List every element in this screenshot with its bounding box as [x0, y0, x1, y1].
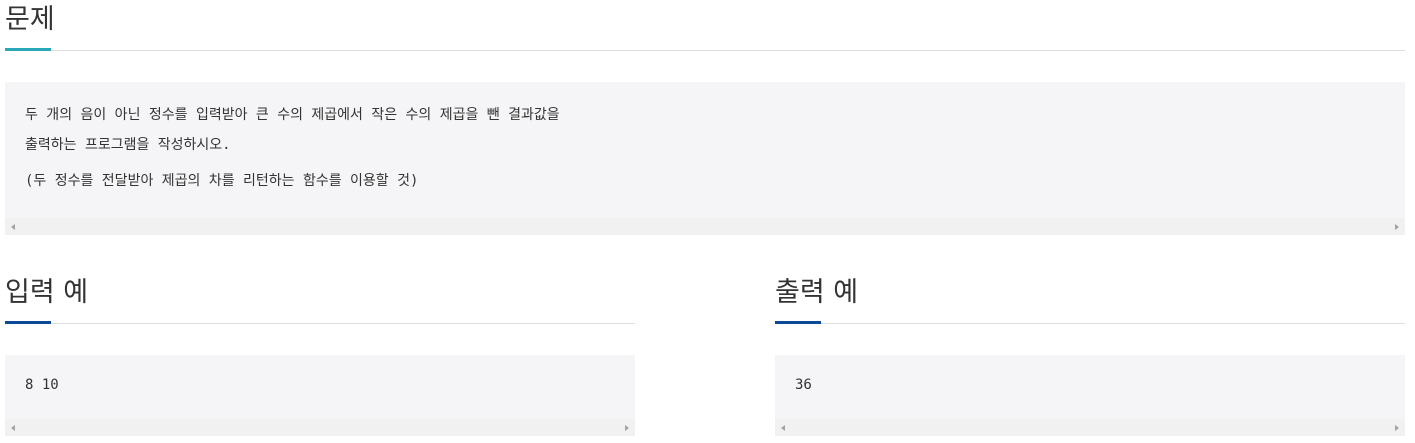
input-example-title-underline — [5, 321, 51, 324]
problem-description-box: 두 개의 음이 아닌 정수를 입력받아 큰 수의 제곱에서 작은 수의 제곱을 … — [5, 82, 1405, 235]
problem-text-line-1: 두 개의 음이 아닌 정수를 입력받아 큰 수의 제곱에서 작은 수의 제곱을 … — [25, 107, 560, 123]
output-example-divider — [775, 323, 1405, 324]
output-horizontal-scrollbar[interactable] — [775, 419, 1405, 436]
scroll-right-arrow-icon[interactable] — [625, 425, 629, 431]
input-example-content: 8 10 — [25, 377, 59, 393]
output-example-title-underline — [775, 321, 821, 324]
output-example-title: 출력 예 — [775, 277, 859, 308]
problem-horizontal-scrollbar[interactable] — [5, 218, 1405, 235]
scroll-left-arrow-icon[interactable] — [781, 425, 785, 431]
scroll-left-arrow-icon[interactable] — [11, 425, 15, 431]
output-example-box: 36 — [775, 355, 1405, 436]
problem-divider — [5, 50, 1405, 51]
input-horizontal-scrollbar[interactable] — [5, 419, 635, 436]
problem-text-line-2: 출력하는 프로그램을 작성하시오. — [25, 137, 231, 153]
problem-title: 문제 — [5, 4, 55, 35]
input-example-title: 입력 예 — [5, 277, 89, 308]
input-example-divider — [5, 323, 635, 324]
problem-title-underline — [5, 48, 51, 51]
scroll-left-arrow-icon[interactable] — [11, 224, 15, 230]
problem-text-line-3: (두 정수를 전달받아 제곱의 차를 리턴하는 함수를 이용할 것) — [25, 173, 419, 189]
output-example-content: 36 — [795, 377, 812, 393]
scroll-right-arrow-icon[interactable] — [1395, 224, 1399, 230]
scroll-right-arrow-icon[interactable] — [1395, 425, 1399, 431]
input-example-box: 8 10 — [5, 355, 635, 436]
